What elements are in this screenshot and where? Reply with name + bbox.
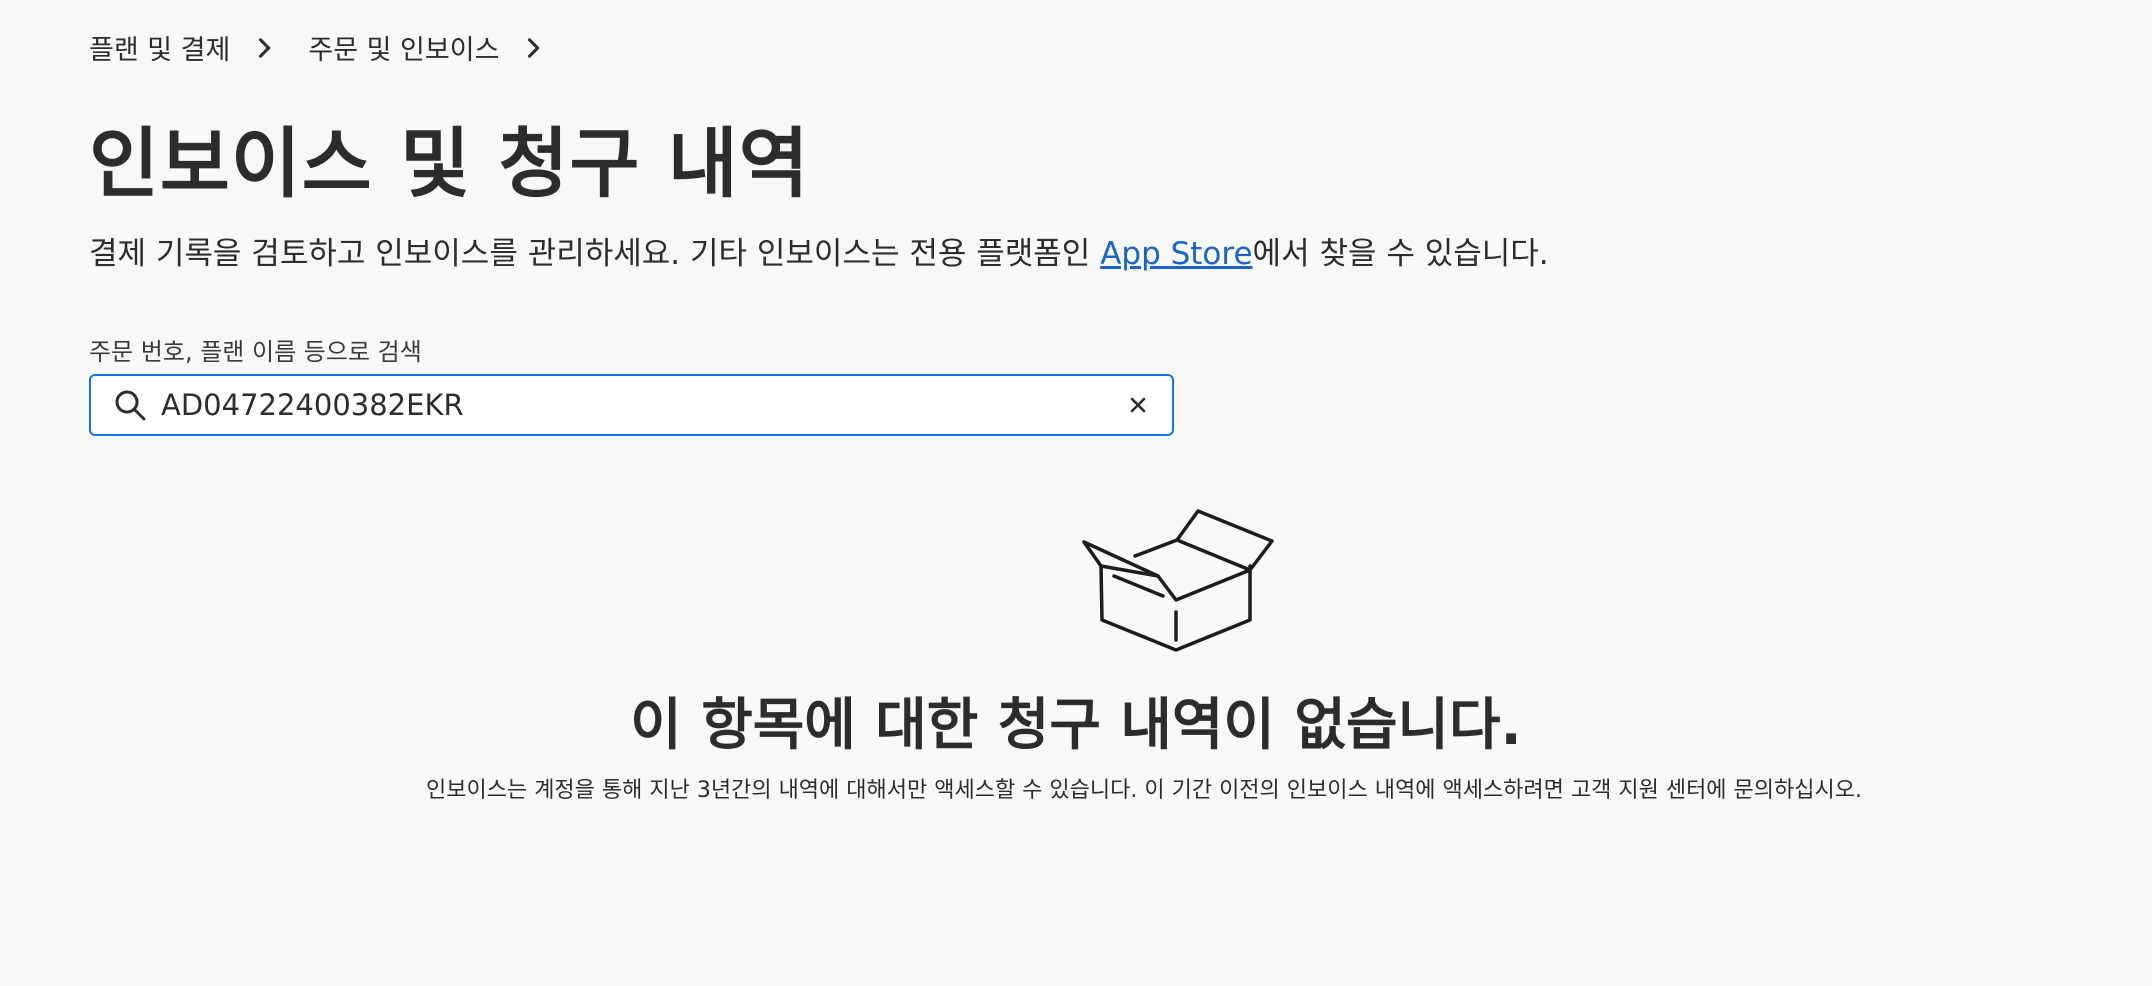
clear-search-button[interactable] bbox=[1118, 385, 1158, 425]
search-input[interactable] bbox=[161, 380, 1118, 430]
app-store-link[interactable]: App Store bbox=[1100, 236, 1252, 272]
page-title: 인보이스 및 청구 내역 bbox=[89, 119, 810, 208]
search-label: 주문 번호, 플랜 이름 등으로 검색 bbox=[89, 338, 422, 366]
close-icon bbox=[1130, 397, 1146, 413]
subtitle-text-after: 에서 찾을 수 있습니다. bbox=[1252, 236, 1549, 272]
page-content: 플랜 및 결제 주문 및 인보이스 인보이스 및 청구 내역 결제 기록을 검토… bbox=[89, 0, 2152, 986]
chevron-right-icon bbox=[250, 34, 278, 62]
empty-state-title: 이 항목에 대한 청구 내역이 없습니다. bbox=[630, 693, 1522, 758]
search-field[interactable] bbox=[89, 374, 1174, 436]
open-box-icon bbox=[1082, 509, 1274, 652]
chevron-right-icon bbox=[519, 34, 547, 62]
subtitle-text-before: 결제 기록을 검토하고 인보이스를 관리하세요. 기타 인보이스는 전용 플랫폼… bbox=[89, 236, 1101, 272]
empty-state-description: 인보이스는 계정을 통해 지난 3년간의 내역에 대해서만 액세스할 수 있습니… bbox=[426, 778, 1862, 803]
breadcrumb-item-plans-billing[interactable]: 플랜 및 결제 bbox=[89, 28, 230, 67]
breadcrumb: 플랜 및 결제 주문 및 인보이스 bbox=[89, 28, 577, 67]
search-icon bbox=[113, 388, 147, 422]
page-subtitle: 결제 기록을 검토하고 인보이스를 관리하세요. 기타 인보이스는 전용 플랫폼… bbox=[89, 232, 1549, 276]
breadcrumb-item-orders-invoices[interactable]: 주문 및 인보이스 bbox=[308, 28, 499, 67]
